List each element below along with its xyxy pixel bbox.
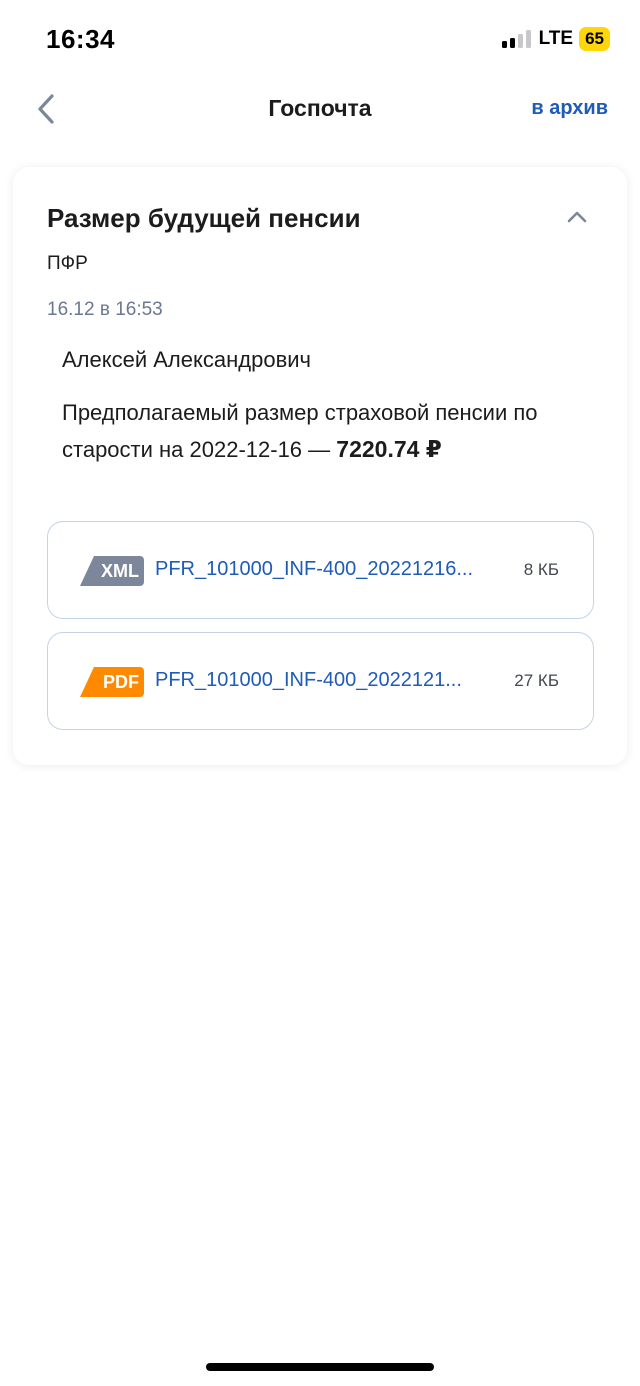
status-indicators: LTE 65	[501, 26, 610, 52]
screen: 16:34 LTE 65 Госпочта в архив Размер буд…	[0, 0, 640, 1386]
collapse-button[interactable]	[565, 209, 589, 225]
status-bar: 16:34 LTE 65	[0, 0, 640, 78]
attachment-size: 8 КБ	[523, 560, 559, 579]
chevron-up-icon	[567, 211, 587, 223]
navigation-bar: Госпочта в архив	[0, 78, 640, 140]
status-time: 16:34	[46, 24, 115, 54]
message-body: Предполагаемый размер страховой пенсии п…	[62, 394, 592, 468]
battery-icon: 65	[579, 27, 610, 51]
pension-amount: 7220.74 ₽	[336, 436, 442, 462]
attachment-size: 27 КБ	[514, 671, 559, 690]
message-card: Размер будущей пенсии ПФР 16.12 в 16:53 …	[13, 167, 627, 765]
attachment-name: PFR_101000_INF-400_20221216...	[155, 558, 474, 580]
message-body-text: Предполагаемый размер страховой пенсии п…	[62, 400, 538, 462]
archive-button[interactable]: в архив	[531, 97, 608, 120]
network-type: LTE	[538, 28, 574, 49]
message-greeting: Алексей Александрович	[62, 347, 312, 372]
message-timestamp: 16.12 в 16:53	[47, 299, 163, 320]
attachment-pdf[interactable]: PDF PFR_101000_INF-400_2022121... 27 КБ	[47, 632, 594, 730]
signal-strength-icon	[501, 30, 531, 48]
message-sender: ПФР	[47, 253, 88, 274]
attachment-xml[interactable]: XML PFR_101000_INF-400_20221216... 8 КБ	[47, 521, 594, 619]
pdf-file-icon: PDF	[80, 667, 144, 697]
attachment-name: PFR_101000_INF-400_2022121...	[155, 669, 462, 691]
xml-file-icon: XML	[80, 556, 144, 586]
message-title: Размер будущей пенсии	[47, 203, 361, 233]
home-indicator[interactable]	[206, 1363, 434, 1371]
